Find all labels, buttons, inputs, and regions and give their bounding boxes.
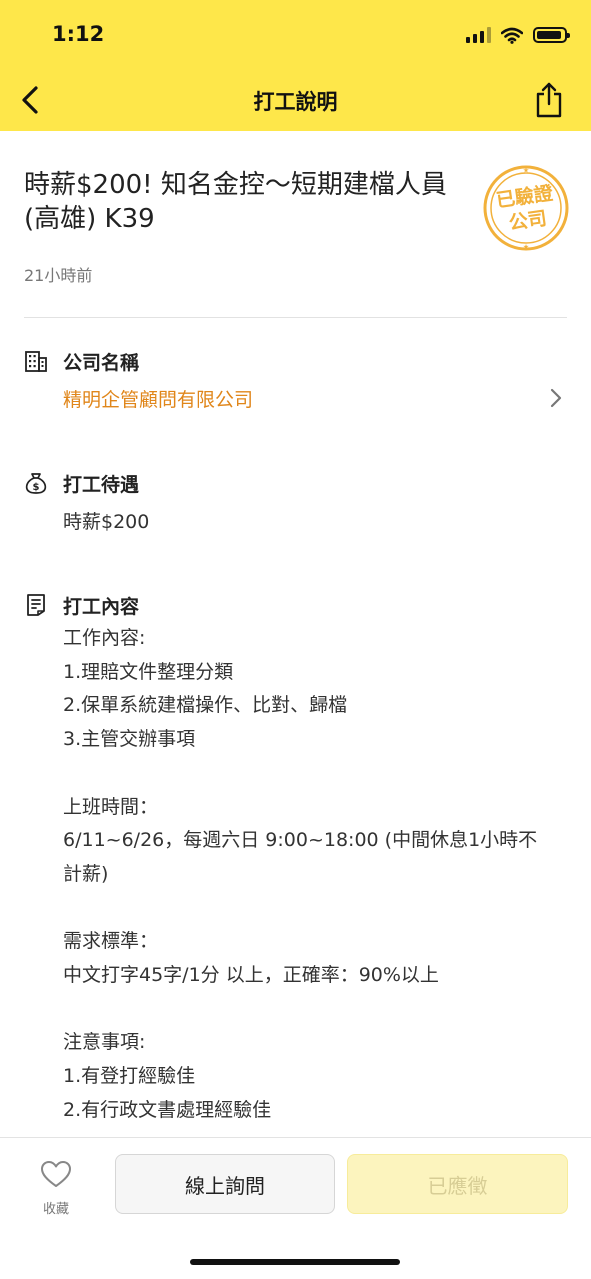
- verified-company-badge: ★ ★ 已驗證 公司: [483, 165, 569, 251]
- content-line: [63, 993, 563, 1027]
- content-line: 注意事項:: [63, 1031, 146, 1054]
- content-line: [63, 892, 563, 926]
- content-line: 中文打字45字/1分 以上，正確率：90%以上: [63, 964, 439, 986]
- content-line: 1.理賠文件整理分類: [63, 660, 234, 683]
- cellular-signal-icon: [466, 27, 491, 43]
- pay-label: 打工待遇: [63, 474, 140, 496]
- badge-line1: 已驗證: [495, 181, 556, 212]
- share-button[interactable]: [527, 78, 571, 122]
- job-content-text: 工作內容: 1.理賠文件整理分類 2.保單系統建檔操作、比對、歸檔 3.主管交辦…: [63, 622, 563, 1128]
- building-icon: [25, 351, 47, 372]
- online-inquiry-button[interactable]: 線上詢問: [115, 1154, 335, 1214]
- content-line: 1.有登打經驗佳: [63, 1065, 196, 1088]
- content-line: 上班時間：: [63, 795, 159, 818]
- favorite-button[interactable]: 收藏: [30, 1158, 82, 1218]
- content-line: 3.主管交辦事項: [63, 728, 196, 751]
- page-title: 打工說明: [253, 90, 338, 114]
- wifi-icon: [501, 27, 523, 44]
- document-icon: [27, 594, 45, 616]
- favorite-label: 收藏: [42, 1202, 69, 1217]
- status-time: 1:12: [52, 22, 105, 46]
- content-line: 2.有行政文書處理經驗佳: [63, 1098, 272, 1121]
- chevron-right-icon[interactable]: [546, 386, 564, 410]
- top-bar: 1:12 打工說明: [0, 0, 591, 131]
- job-content-label: 打工內容: [63, 596, 140, 618]
- battery-icon: [533, 27, 570, 43]
- heart-icon: [41, 1161, 71, 1187]
- share-icon: [536, 82, 562, 118]
- content-line: 工作內容:: [63, 627, 146, 649]
- home-indicator: [190, 1259, 400, 1265]
- content-line: 2.保單系統建檔操作、比對、歸檔: [63, 694, 348, 717]
- money-bag-icon: $: [25, 473, 47, 494]
- content-line: [63, 757, 563, 791]
- svg-text:$: $: [33, 482, 40, 493]
- content-line: 6/11~6/26，每週六日 9:00~18:00 (中間休息1小時不: [63, 829, 538, 852]
- content-line: 計薪): [63, 862, 109, 885]
- svg-text:★: ★: [523, 243, 529, 251]
- company-name-link[interactable]: 精明企管顧問有限公司: [63, 385, 253, 412]
- pay-value: 時薪$200: [63, 511, 150, 533]
- svg-text:★: ★: [523, 167, 529, 175]
- job-title: 時薪$200! 知名金控～短期建檔人員 (高雄) K39: [24, 170, 447, 234]
- bottom-action-bar: 收藏 線上詢問 已應徵: [0, 1137, 591, 1279]
- divider: [24, 317, 567, 318]
- content-line: 需求標準：: [63, 930, 159, 953]
- badge-line2: 公司: [507, 207, 548, 234]
- posted-time: 21小時前: [24, 266, 93, 285]
- company-name-label: 公司名稱: [63, 352, 140, 374]
- applied-button[interactable]: 已應徵: [347, 1154, 568, 1214]
- status-icons: [466, 24, 570, 46]
